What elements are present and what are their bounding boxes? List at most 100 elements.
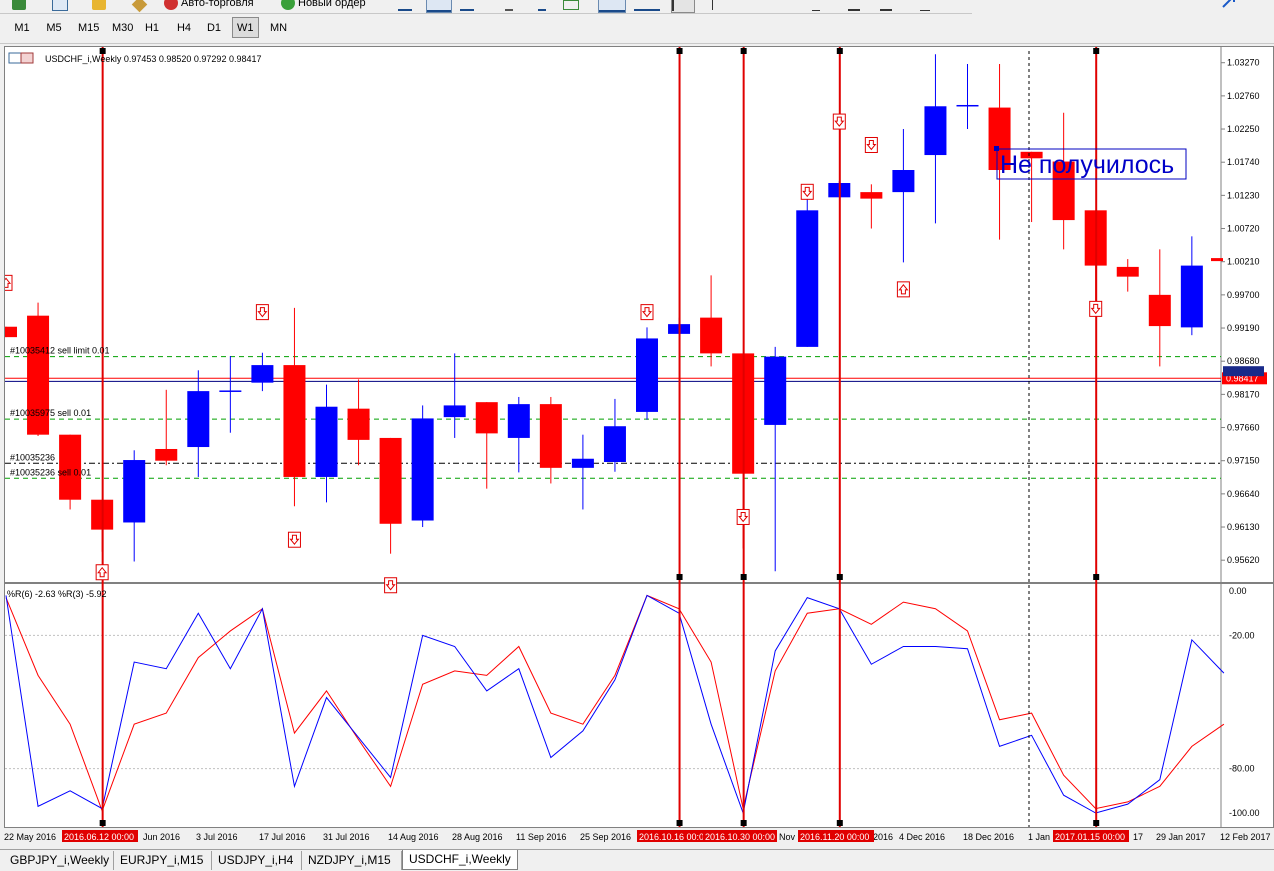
trendline-button[interactable] xyxy=(812,0,820,11)
marker-handle[interactable] xyxy=(836,48,843,54)
marker-handle[interactable] xyxy=(1093,820,1100,826)
marker-handle[interactable] xyxy=(1093,48,1100,54)
candle[interactable] xyxy=(315,384,338,503)
candle[interactable] xyxy=(1180,236,1203,336)
candle[interactable] xyxy=(379,437,402,554)
candle[interactable] xyxy=(283,307,306,507)
new-chart-button[interactable] xyxy=(12,0,26,11)
line-chart-icon xyxy=(460,0,474,11)
price-chart[interactable]: 1.03270 1.02760 1.02250 1.01740 1.01230 1.007… xyxy=(5,47,1273,827)
tab-nzdjpy-m15[interactable]: NZDJPY_i,M15 xyxy=(302,851,402,870)
chart-window-icon xyxy=(52,0,68,11)
marker-handle[interactable] xyxy=(740,574,747,580)
chart-window[interactable]: 1.03270 1.02760 1.02250 1.01740 1.01230 1.007… xyxy=(4,46,1274,828)
candle[interactable] xyxy=(123,450,146,562)
trade-arrow-icon xyxy=(832,113,846,130)
marker-handle[interactable] xyxy=(740,820,747,826)
candle[interactable] xyxy=(636,327,658,420)
candle[interactable] xyxy=(5,326,17,338)
tab-usdjpy-h4[interactable]: USDJPY_i,H4 xyxy=(212,851,302,870)
time-axis-label: Nov xyxy=(779,832,796,842)
bar-chart-button[interactable] xyxy=(398,0,412,11)
tab-eurjpy-m15[interactable]: EURJPY_i,M15 xyxy=(114,851,212,870)
candle[interactable] xyxy=(507,396,530,473)
timeframe-m1-button[interactable]: M1 xyxy=(9,17,35,38)
timeframe-m5-button[interactable]: M5 xyxy=(41,17,67,38)
line-chart-button[interactable] xyxy=(460,0,474,11)
candle[interactable] xyxy=(571,434,594,510)
candle[interactable] xyxy=(860,184,883,229)
chart-shift-button[interactable] xyxy=(634,0,660,11)
candle-body xyxy=(636,338,658,412)
tab-gbpjpy-weekly[interactable]: GBPJPY_i,Weekly xyxy=(4,851,114,870)
marker-handle[interactable] xyxy=(1093,574,1100,580)
timeframe-m15-button[interactable]: M15 xyxy=(73,17,104,38)
timeframe-m30-button[interactable]: M30 xyxy=(107,17,138,38)
tile-windows-button[interactable] xyxy=(563,0,579,11)
candle[interactable] xyxy=(1052,112,1075,250)
new-order-button[interactable]: Новый ордер xyxy=(281,0,366,11)
marker-handle[interactable] xyxy=(676,820,683,826)
zoom-out-button[interactable] xyxy=(538,0,546,11)
trade-arrow-icon xyxy=(1089,300,1103,317)
marker-handle[interactable] xyxy=(740,48,747,54)
candle[interactable] xyxy=(411,405,434,528)
tab-usdchf-weekly[interactable]: USDCHF_i,Weekly xyxy=(402,850,518,870)
candle[interactable] xyxy=(764,346,787,572)
candle-body xyxy=(1116,266,1139,277)
candle-body xyxy=(347,408,370,440)
trade-arrow-icon xyxy=(287,531,301,548)
timeframe-d1-button[interactable]: D1 xyxy=(201,17,227,38)
navigator-button[interactable] xyxy=(92,0,106,11)
arrow-icon[interactable] xyxy=(1222,0,1236,8)
marker-handle[interactable] xyxy=(99,820,106,826)
marker-handle[interactable] xyxy=(676,48,683,54)
timeframe-w1-button[interactable]: W1 xyxy=(232,17,259,38)
candle[interactable] xyxy=(475,402,498,489)
indicator-series-line xyxy=(5,594,1225,815)
candle-body xyxy=(5,326,17,338)
marker-handle[interactable] xyxy=(836,574,843,580)
market-watch-button[interactable] xyxy=(52,0,68,11)
candle-body xyxy=(155,448,178,461)
candle[interactable] xyxy=(603,398,626,472)
candle[interactable] xyxy=(219,355,242,433)
timeframe-h1-button[interactable]: H1 xyxy=(139,17,165,38)
candlestick-button[interactable] xyxy=(426,0,452,13)
new-chart-icon xyxy=(12,0,26,10)
zoom-in-button[interactable] xyxy=(505,0,513,11)
strategy-tester-button[interactable] xyxy=(131,0,148,13)
cursor-icon xyxy=(672,0,694,11)
cursor-button[interactable] xyxy=(671,0,695,13)
candle[interactable] xyxy=(443,353,466,438)
timeframe-mn-button[interactable]: MN xyxy=(265,17,292,38)
candle[interactable] xyxy=(700,275,723,367)
auto-scroll-button[interactable] xyxy=(598,0,626,13)
marker-handle[interactable] xyxy=(676,574,683,580)
text-tool-button[interactable] xyxy=(920,0,930,11)
candle[interactable] xyxy=(155,389,178,466)
marker-handle[interactable] xyxy=(836,820,843,826)
crosshair-button[interactable] xyxy=(712,0,727,11)
candle[interactable] xyxy=(956,64,979,130)
candle[interactable] xyxy=(251,352,274,392)
candle[interactable] xyxy=(539,396,562,484)
main-toolbar: Авто-торговля Новый ордер xyxy=(0,0,972,14)
timeframe-h4-button[interactable]: H4 xyxy=(171,17,197,38)
candle-body xyxy=(411,418,434,521)
price-axis-label: 0.99190 xyxy=(1227,323,1260,333)
fibonacci-fan-button[interactable] xyxy=(880,0,892,11)
candle[interactable] xyxy=(1116,259,1139,292)
time-marker-label: 2016.11.20 00:00 xyxy=(800,832,869,842)
candle[interactable] xyxy=(347,379,370,466)
chart-window-icon xyxy=(8,52,22,64)
fibonacci-button[interactable] xyxy=(848,0,860,11)
candle[interactable] xyxy=(796,194,819,347)
candle[interactable] xyxy=(1148,249,1171,367)
timeframe-toolbar: M1 M5 M15 M30 H1 H4 D1 W1 MN xyxy=(0,14,1274,44)
time-axis-label: 1 Jan xyxy=(1028,832,1050,842)
candle[interactable] xyxy=(924,54,947,224)
candle[interactable] xyxy=(187,370,210,477)
auto-trading-button[interactable]: Авто-торговля xyxy=(164,0,254,11)
candle[interactable] xyxy=(892,129,915,263)
